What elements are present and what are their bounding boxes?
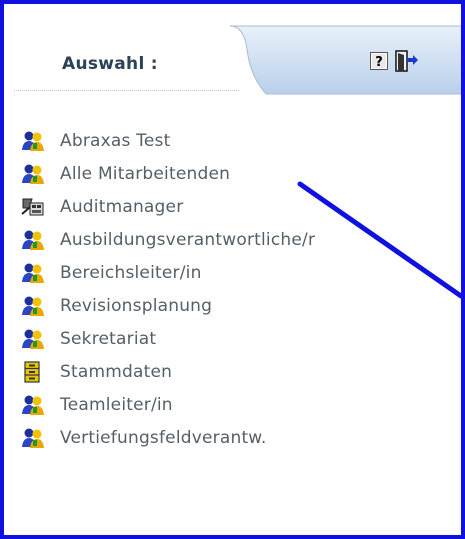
list-item[interactable]: Vertiefungsfeldverantw. <box>20 422 315 455</box>
list-item[interactable]: Bereichsleiter/in <box>20 256 315 289</box>
role-people-icon <box>22 395 44 416</box>
list-item-label: Bereichsleiter/in <box>60 262 202 283</box>
list-item-label: Abraxas Test <box>60 130 171 151</box>
list-item-label: Alle Mitarbeitenden <box>60 163 231 184</box>
list-item[interactable]: Abraxas Test <box>20 124 315 157</box>
list-item-label: Stammdaten <box>60 362 173 383</box>
role-people-icon <box>22 230 44 250</box>
help-icon[interactable]: ? <box>370 52 388 70</box>
list-item-label: Auditmanager <box>60 196 184 217</box>
list-item-label: Vertiefungsfeldverantw. <box>60 428 267 449</box>
selection-label: Auswahl : <box>62 54 158 74</box>
exit-door-icon[interactable] <box>393 48 419 74</box>
audit-tool-icon <box>21 198 44 216</box>
list-item[interactable]: Alle Mitarbeitenden <box>20 157 315 190</box>
role-people-icon <box>22 329 44 350</box>
list-item-label: Sekretariat <box>60 329 157 350</box>
role-people-icon <box>22 263 44 283</box>
list-item[interactable]: Stammdaten <box>20 356 315 389</box>
list-item-label: Revisionsplanung <box>60 296 213 317</box>
selection-list: Abraxas Test Alle Mitarbeitenden Auditma… <box>20 124 315 455</box>
list-item[interactable]: Ausbildungsverantwortliche/r <box>20 223 315 256</box>
list-item[interactable]: Auditmanager <box>20 190 315 223</box>
svg-text:?: ? <box>375 55 383 70</box>
list-item[interactable]: Teamleiter/in <box>20 389 315 422</box>
header-divider <box>14 90 239 91</box>
list-item[interactable]: Revisionsplanung <box>20 289 315 322</box>
list-item[interactable]: Sekretariat <box>20 323 315 356</box>
role-people-icon <box>22 164 44 184</box>
role-people-icon <box>22 428 44 449</box>
menu-panel: Auswahl : ? Abraxas Test Alle Mitarbeite… <box>0 0 465 539</box>
list-item-label: Teamleiter/in <box>60 395 173 416</box>
list-item-label: Ausbildungsverantwortliche/r <box>60 229 316 250</box>
file-cabinet-icon <box>24 361 40 383</box>
role-people-icon <box>22 296 44 317</box>
role-people-icon <box>22 131 44 151</box>
